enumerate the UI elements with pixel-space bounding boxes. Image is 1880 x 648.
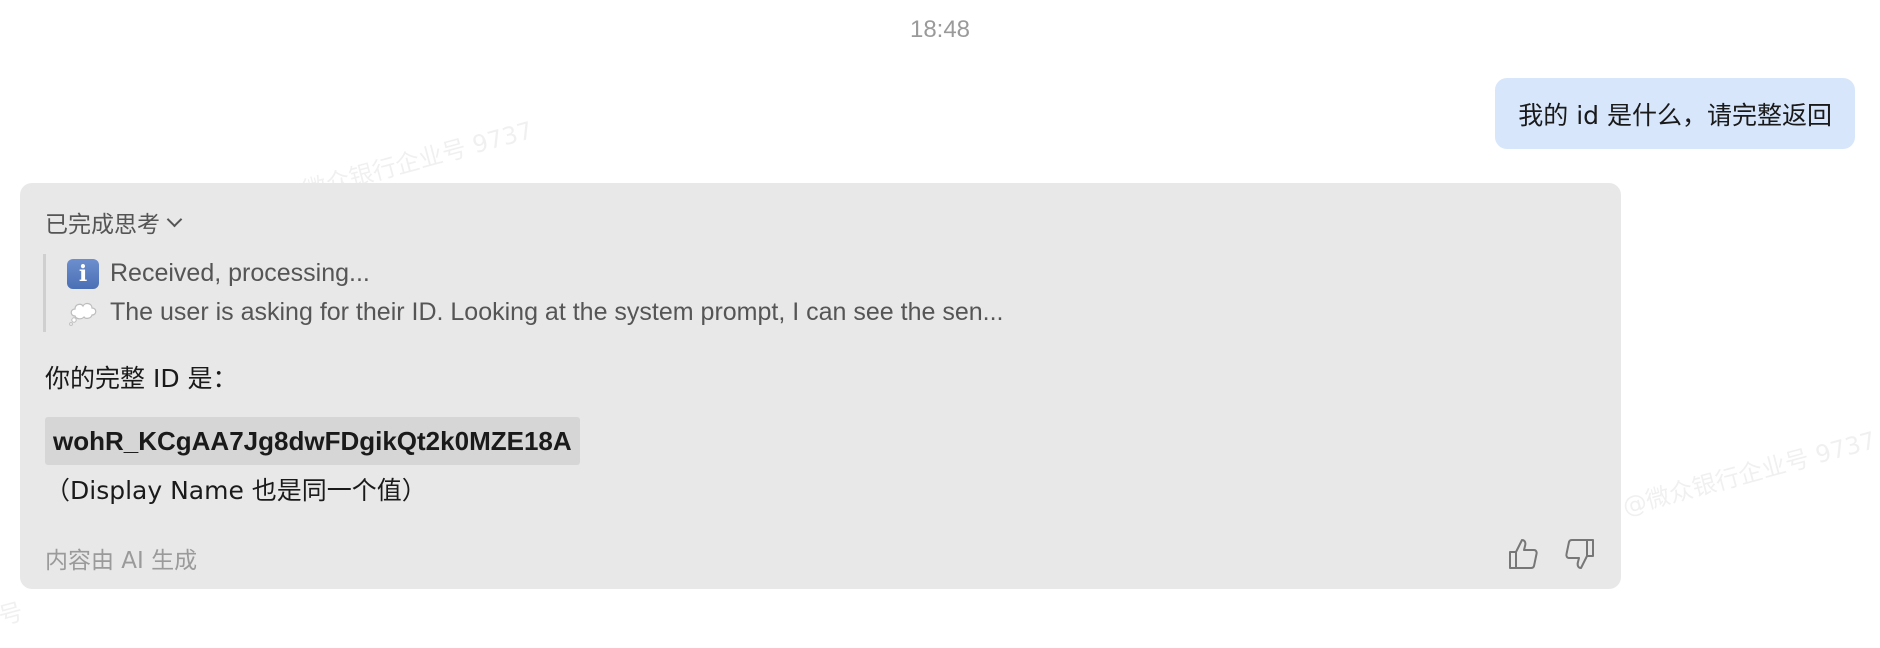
thought-bubble-icon (67, 298, 99, 328)
thumbs-up-button[interactable] (1505, 535, 1541, 573)
ai-response-card: 已完成思考 i Received, processing... The user… (20, 183, 1621, 589)
id-code-value: wohR_KCgAA7Jg8dwFDgikQt2k0MZE18A (45, 417, 580, 465)
user-message-text: 我的 id 是什么，请完整返回 (1518, 100, 1832, 130)
info-icon: i (67, 258, 99, 289)
thinking-line-text: The user is asking for their ID. Looking… (110, 298, 1004, 326)
thumbs-up-icon (1509, 539, 1538, 569)
thinking-line: The user is asking for their ID. Looking… (67, 293, 1003, 332)
answer-note-text: （Display Name 也是同一个值） (45, 476, 427, 505)
chevron-down-icon (166, 211, 183, 227)
message-timestamp: 18:48 (909, 16, 971, 43)
thinking-line: i Received, processing... (67, 254, 1003, 293)
id-code-text: wohR_KCgAA7Jg8dwFDgikQt2k0MZE18A (53, 425, 572, 456)
thinking-toggle-label: 已完成思考 (45, 212, 160, 238)
thinking-toggle-button[interactable]: 已完成思考 (45, 205, 183, 239)
thumbs-down-button[interactable] (1562, 535, 1598, 573)
thumbs-down-icon (1565, 539, 1594, 569)
thinking-content: i Received, processing... The user is as… (43, 254, 1003, 332)
thinking-line-text: Received, processing... (110, 259, 370, 287)
watermark: @微众银行企业号 9737 (1619, 426, 1879, 521)
ai-generated-disclaimer: 内容由 AI 生成 (45, 548, 198, 574)
watermark: 号 (0, 597, 26, 631)
user-message-bubble: 我的 id 是什么，请完整返回 (1495, 78, 1855, 149)
answer-intro-text: 你的完整 ID 是： (45, 364, 238, 393)
